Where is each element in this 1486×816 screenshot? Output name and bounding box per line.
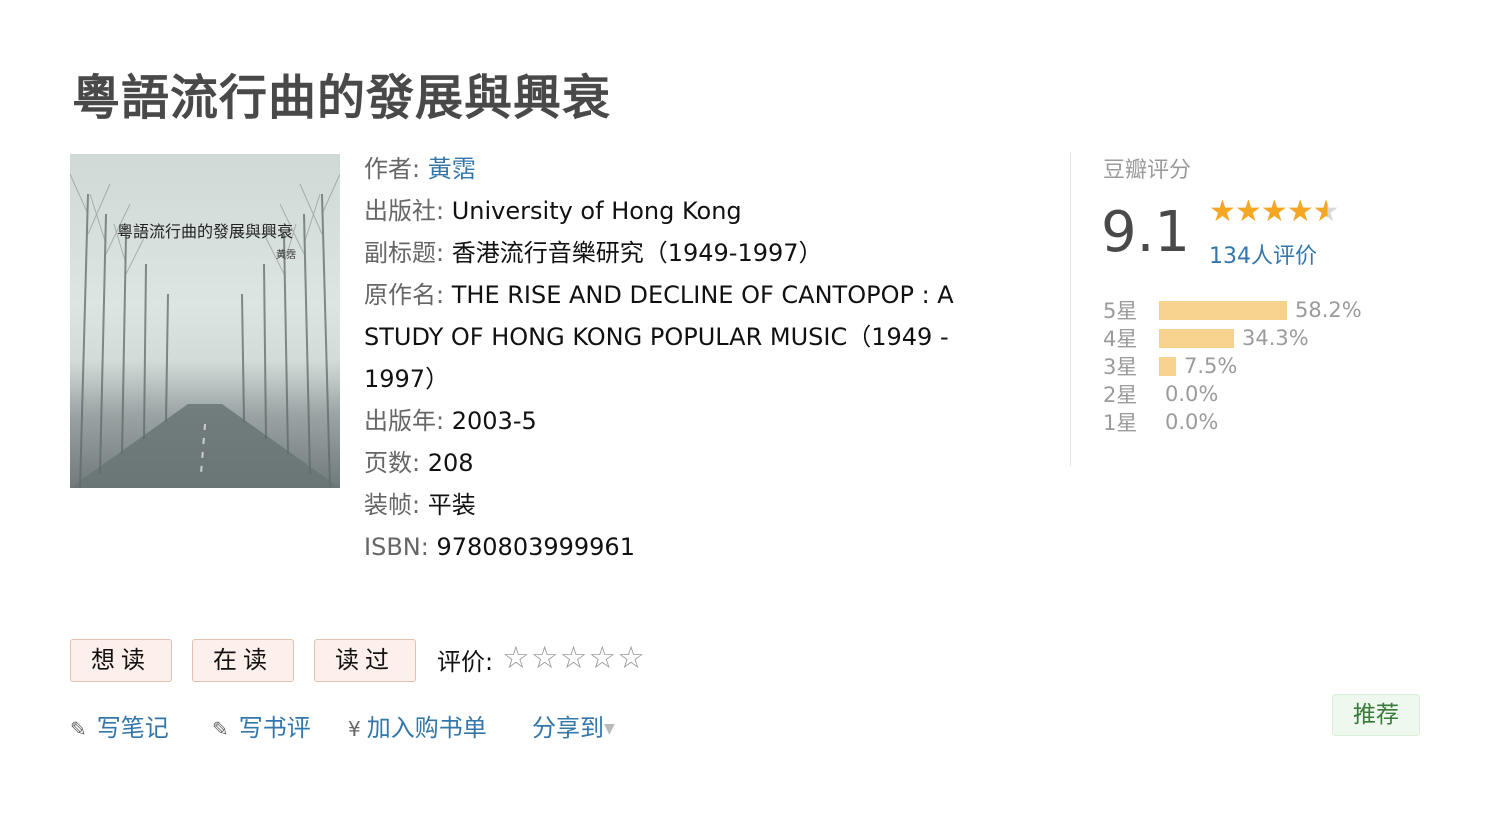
year-row: 出版年: 2003-5	[364, 400, 1004, 442]
cover-title: 粵語流行曲的發展與興衰	[116, 222, 293, 241]
year-value: 2003-5	[451, 407, 537, 435]
rating-score: 9.1	[1101, 200, 1191, 265]
isbn-value: 9780803999961	[436, 533, 635, 561]
rating-stars: ★★★★★	[1209, 194, 1340, 229]
book-info: 作者: 黃霑 出版社: University of Hong Kong 副标题:…	[364, 148, 1004, 568]
have-read-button[interactable]: 读过	[314, 639, 416, 682]
rating-dist-row: 5星 58.2%	[1103, 296, 1362, 324]
rating-distribution: 5星 58.2% 4星 34.3% 3星 7.5% 2星 0.0% 1星 0.0%	[1103, 296, 1362, 436]
subtitle-row: 副标题: 香港流行音樂研究（1949-1997）	[364, 232, 1004, 274]
yen-icon: ¥	[348, 717, 361, 741]
original-title-label: 原作名:	[364, 281, 445, 309]
book-cover[interactable]: 粵語流行曲的發展與興衰 黃霑	[70, 154, 340, 488]
page-title: 粵語流行曲的發展與興衰	[72, 70, 612, 126]
rating-dist-row: 3星 7.5%	[1103, 352, 1362, 380]
original-title-row: 原作名: THE RISE AND DECLINE OF CANTOPOP : …	[364, 274, 1004, 400]
rating-dist-percent: 34.3%	[1242, 326, 1309, 350]
rating-dist-label: 2星	[1103, 383, 1138, 407]
publisher-value: University of Hong Kong	[451, 197, 742, 225]
pages-value: 208	[427, 449, 474, 477]
write-review-link[interactable]: ✎ 写书评	[212, 708, 311, 743]
rating-dist-percent: 58.2%	[1295, 298, 1362, 322]
rating-dist-label: 3星	[1103, 355, 1138, 379]
reading-button[interactable]: 在读	[192, 639, 294, 682]
subtitle-label: 副标题:	[364, 239, 445, 267]
subtitle-value: 香港流行音樂研究（1949-1997）	[451, 239, 823, 267]
star-full-icon: ★	[1209, 194, 1236, 229]
want-to-read-button[interactable]: 想读	[70, 639, 172, 682]
rating-dist-row: 2星 0.0%	[1103, 380, 1362, 408]
add-booklist-link[interactable]: ¥ 加入购书单	[348, 708, 487, 743]
original-title-value: THE RISE AND DECLINE OF CANTOPOP : A STU…	[364, 281, 954, 393]
pencil-icon: ✎	[212, 717, 229, 741]
rating-dist-percent: 0.0%	[1165, 382, 1219, 406]
publisher-row: 出版社: University of Hong Kong	[364, 190, 1004, 232]
pages-row: 页数: 208	[364, 442, 1004, 484]
star-full-icon: ★	[1234, 194, 1262, 229]
recommend-button[interactable]: 推荐	[1332, 694, 1420, 736]
author-label: 作者:	[364, 155, 421, 183]
isbn-label: ISBN:	[364, 533, 429, 561]
binding-value: 平装	[427, 491, 476, 519]
star-full-icon: ★	[1260, 194, 1288, 229]
rating-dist-row: 1星 0.0%	[1103, 408, 1362, 436]
write-note-link[interactable]: ✎ 写笔记	[70, 708, 169, 743]
star-full-icon: ★	[1286, 194, 1314, 229]
rating-dist-bar	[1159, 300, 1287, 320]
publisher-label: 出版社:	[364, 197, 445, 225]
rating-title: 豆瓣评分	[1103, 158, 1192, 183]
rating-dist-bar	[1159, 356, 1176, 376]
pencil-icon: ✎	[70, 717, 87, 741]
cover-trees-illustration	[70, 173, 340, 488]
write-note-label: 写笔记	[96, 714, 169, 742]
rating-dist-percent: 7.5%	[1184, 354, 1238, 378]
pages-label: 页数:	[364, 449, 421, 477]
cover-author: 黃霑	[276, 250, 296, 261]
year-label: 出版年:	[364, 407, 445, 435]
rating-count-link[interactable]: 134人评价	[1209, 238, 1317, 270]
caret-down-icon: ▼	[604, 721, 615, 737]
isbn-row: ISBN: 9780803999961	[364, 526, 1004, 568]
rating-dist-bar	[1159, 328, 1234, 348]
add-booklist-label: 加入购书单	[366, 714, 487, 742]
share-dropdown[interactable]: 分享到▼	[532, 708, 615, 743]
binding-row: 装帧: 平装	[364, 484, 1004, 526]
rate-label: 评价:	[437, 648, 494, 676]
star-half-icon: ★	[1312, 194, 1340, 229]
rating-dist-row: 4星 34.3%	[1103, 324, 1362, 352]
rating-dist-label: 4星	[1103, 327, 1138, 351]
author-link[interactable]: 黃霑	[428, 155, 476, 183]
write-review-label: 写书评	[238, 714, 311, 742]
author-row: 作者: 黃霑	[364, 148, 1004, 190]
rating-panel: 豆瓣评分 9.1 ★★★★★ 134人评价 5星 58.2% 4星 34.3% 3星 7.…	[1070, 152, 1400, 466]
rating-dist-label: 1星	[1103, 411, 1138, 435]
user-rating-stars[interactable]: ☆☆☆☆☆	[502, 640, 646, 676]
rating-dist-label: 5星	[1103, 299, 1138, 323]
rating-dist-percent: 0.0%	[1165, 410, 1219, 434]
binding-label: 装帧:	[364, 491, 421, 519]
share-label: 分享到	[532, 714, 604, 742]
